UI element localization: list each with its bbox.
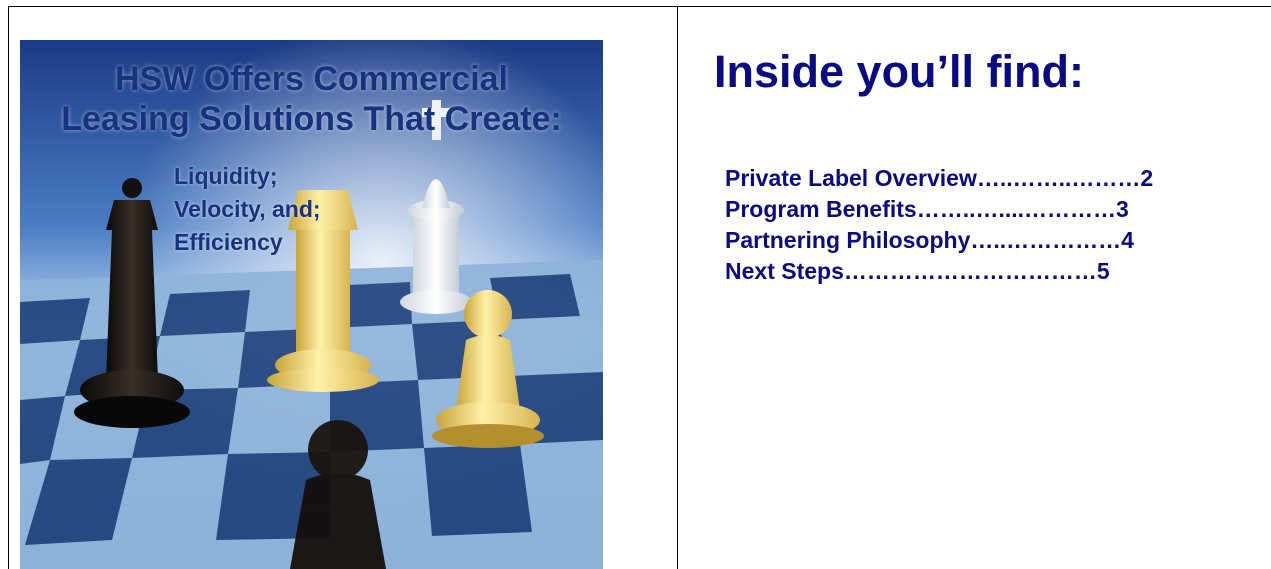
toc-entry-program-benefits: Program Benefits……..…....…………3 (725, 196, 1129, 222)
cover-headline: HSW Offers Commercial Leasing Solutions … (20, 59, 603, 139)
benefit-velocity: Velocity, and; (174, 196, 321, 222)
benefits-list: Liquidity; Velocity, and; Efficiency (174, 160, 321, 259)
benefit-liquidity: Liquidity; (174, 163, 278, 189)
toc-entry-private-label-overview: Private Label Overview…..……..………2 (725, 165, 1154, 191)
cover-headline-line-1: HSW Offers Commercial (115, 60, 508, 98)
cover-headline-line-2: Leasing Solutions That Create: (61, 100, 562, 138)
table-of-contents: Private Label Overview…..……..………2 Progra… (725, 163, 1245, 287)
frame-column-divider (677, 6, 678, 569)
toc-entry-next-steps: Next Steps……………………………5 (725, 258, 1110, 284)
cover-image-panel: HSW Offers Commercial Leasing Solutions … (20, 40, 603, 569)
toc-entry-partnering-philosophy: Partnering Philosophy…..……………4 (725, 227, 1134, 253)
contents-heading: Inside you’ll find: (714, 46, 1084, 97)
frame-left-border (8, 6, 9, 569)
benefit-efficiency: Efficiency (174, 229, 283, 255)
frame-top-border (8, 6, 1271, 7)
